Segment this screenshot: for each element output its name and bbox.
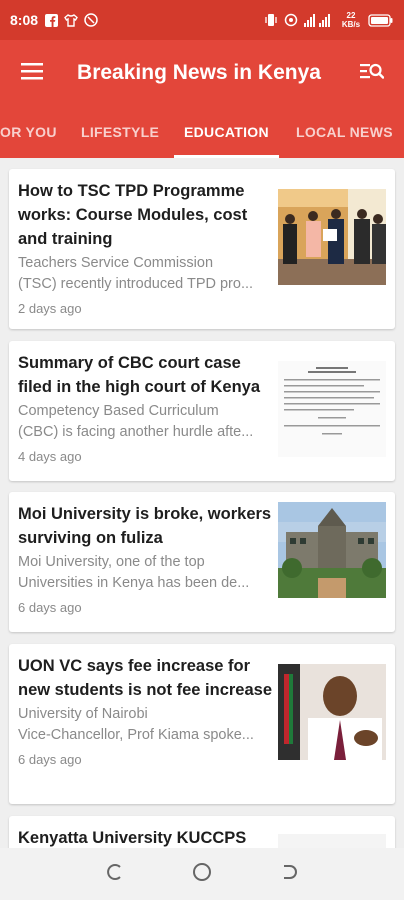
network-speed: 22 KB/s bbox=[341, 11, 361, 29]
article-summary: Moi University, one of the top Universit… bbox=[18, 552, 272, 594]
status-time: 8:08 bbox=[10, 12, 39, 28]
tab-for-you[interactable]: OR YOU bbox=[0, 106, 57, 158]
summary-line: Competency Based Curriculum bbox=[18, 403, 219, 419]
recent-apps-button[interactable] bbox=[99, 859, 129, 889]
article-summary: University of Nairobi Vice-Chancellor, P… bbox=[18, 704, 272, 746]
menu-icon bbox=[21, 62, 43, 85]
summary-line: (CBC) is facing another hurdle afte... bbox=[18, 424, 254, 440]
back-button[interactable] bbox=[275, 859, 305, 889]
status-bar: 8:08 22 KB/s bbox=[0, 0, 404, 40]
signal-icon bbox=[304, 13, 334, 27]
summary-line: Moi University, one of the top bbox=[18, 554, 205, 570]
summary-line: Universities in Kenya has been de... bbox=[18, 575, 250, 591]
article-headline: How to TSC TPD Programme works: Course M… bbox=[18, 182, 248, 248]
back-icon bbox=[280, 862, 300, 887]
summary-line: Vice-Chancellor, Prof Kiama spoke... bbox=[18, 727, 254, 743]
home-button[interactable] bbox=[187, 859, 217, 889]
article-time: 4 days ago bbox=[18, 449, 82, 464]
search-list-icon bbox=[360, 62, 385, 85]
article-summary: Competency Based Curriculum (CBC) is fac… bbox=[18, 401, 272, 443]
summary-line: Teachers Service Commission bbox=[18, 255, 214, 271]
vibrate-icon bbox=[264, 13, 278, 27]
article-card[interactable]: UON VC says fee increase for new student… bbox=[9, 644, 395, 804]
search-button[interactable] bbox=[340, 40, 404, 106]
app-bar: Breaking News in Kenya bbox=[0, 40, 404, 106]
facebook-icon bbox=[44, 13, 58, 27]
tab-education[interactable]: EDUCATION bbox=[174, 106, 279, 158]
article-thumbnail bbox=[278, 834, 386, 848]
hotspot-icon bbox=[284, 13, 298, 27]
battery-icon bbox=[368, 13, 394, 27]
category-tabs: OR YOU LIFESTYLE EDUCATION LOCAL NEWS bbox=[0, 106, 404, 158]
system-nav-bar bbox=[0, 848, 404, 900]
article-time: 2 days ago bbox=[18, 301, 82, 316]
article-headline: UON VC says fee increase for new student… bbox=[18, 657, 272, 699]
article-headline: Summary of CBC court case filed in the h… bbox=[18, 354, 261, 396]
menu-button[interactable] bbox=[0, 40, 64, 106]
article-card[interactable]: Moi University is broke, workers survivi… bbox=[9, 492, 395, 632]
article-thumbnail bbox=[278, 361, 386, 457]
home-icon bbox=[192, 862, 212, 887]
summary-line: (TSC) recently introduced TPD pro... bbox=[18, 276, 254, 292]
article-headline: Kenyatta University KUCCPS bbox=[18, 829, 247, 847]
shirt-icon bbox=[64, 13, 78, 27]
article-thumbnail bbox=[278, 189, 386, 285]
article-thumbnail bbox=[278, 664, 386, 760]
article-thumbnail bbox=[278, 502, 386, 598]
vpn-icon bbox=[84, 13, 98, 27]
recent-apps-icon bbox=[104, 862, 124, 887]
article-headline: Moi University is broke, workers survivi… bbox=[18, 505, 272, 547]
tab-local-news[interactable]: LOCAL NEWS bbox=[296, 106, 393, 158]
article-card[interactable]: How to TSC TPD Programme works: Course M… bbox=[9, 169, 395, 329]
article-time: 6 days ago bbox=[18, 600, 82, 615]
article-card[interactable]: Kenyatta University KUCCPS bbox=[9, 816, 395, 848]
news-feed[interactable]: How to TSC TPD Programme works: Course M… bbox=[0, 158, 404, 848]
article-summary: Teachers Service Commission (TSC) recent… bbox=[18, 253, 272, 295]
summary-line: University of Nairobi bbox=[18, 706, 148, 722]
tab-lifestyle[interactable]: LIFESTYLE bbox=[81, 106, 159, 158]
app-title: Breaking News in Kenya bbox=[77, 61, 321, 84]
article-card[interactable]: Summary of CBC court case filed in the h… bbox=[9, 341, 395, 481]
article-time: 6 days ago bbox=[18, 752, 82, 767]
